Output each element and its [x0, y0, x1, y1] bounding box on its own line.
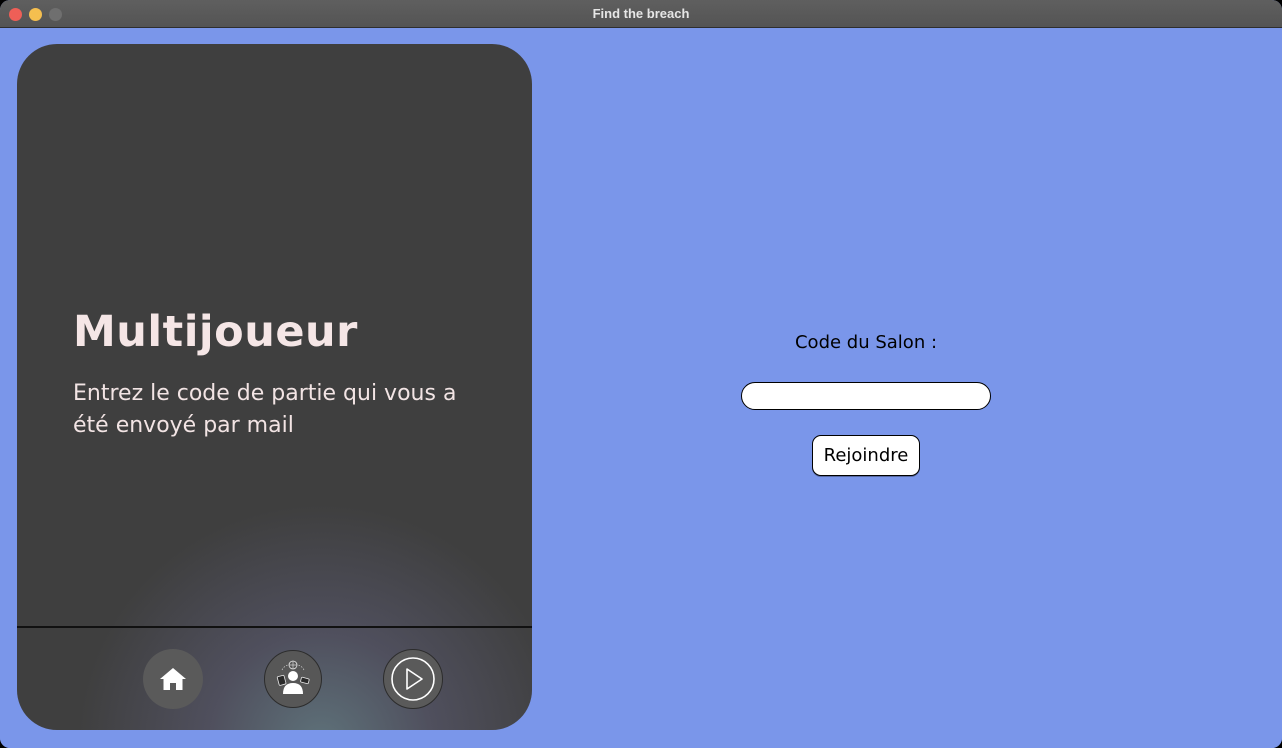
panel-title: Multijoueur — [73, 307, 358, 357]
home-button[interactable] — [143, 649, 203, 709]
room-code-label: Code du Salon : — [794, 332, 938, 353]
info-panel: Multijoueur Entrez le code de partie qui… — [17, 44, 532, 730]
title-bar: Find the breach — [0, 0, 1282, 28]
main-content: Multijoueur Entrez le code de partie qui… — [0, 29, 1282, 748]
room-code-input[interactable] — [741, 382, 991, 410]
panel-description: Entrez le code de partie qui vous a été … — [73, 381, 457, 438]
play-icon — [391, 657, 435, 701]
home-icon — [160, 668, 186, 690]
panel-divider — [17, 626, 532, 628]
multiplayer-button[interactable] — [264, 650, 322, 708]
join-button[interactable]: Rejoindre — [812, 435, 920, 476]
players-icon — [276, 660, 310, 694]
window-title: Find the breach — [592, 6, 690, 21]
play-button[interactable] — [383, 649, 443, 709]
app-window: Find the breach Multijoueur Entrez le co… — [0, 0, 1282, 748]
